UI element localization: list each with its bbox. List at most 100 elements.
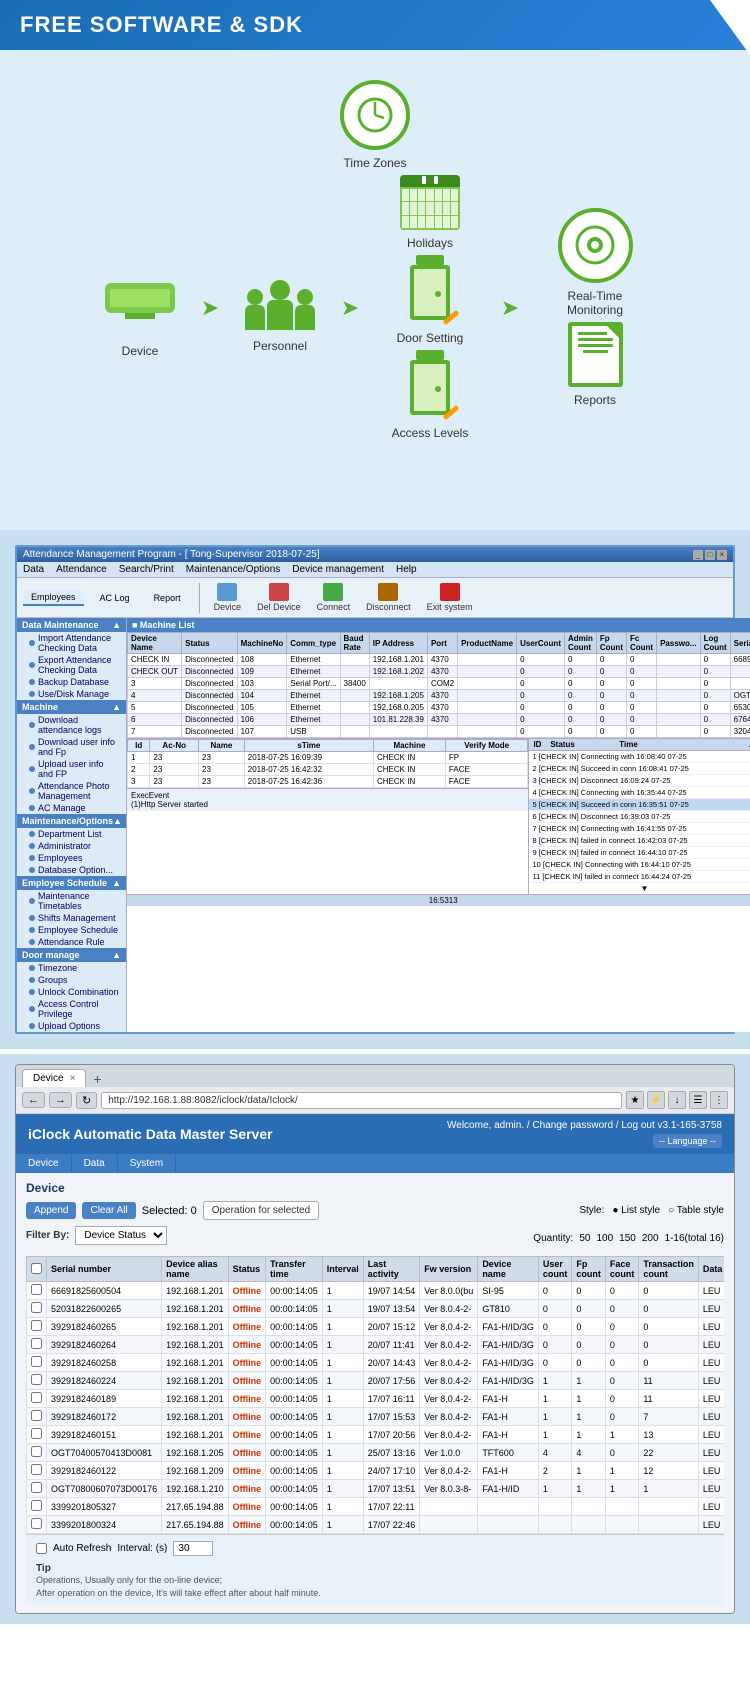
- browser-action-2[interactable]: ⚡: [647, 1091, 665, 1109]
- table-style[interactable]: ○ Table style: [668, 1205, 724, 1216]
- row-checkbox-cell[interactable]: [27, 1300, 47, 1318]
- row-checkbox-cell[interactable]: [27, 1354, 47, 1372]
- sidebar-export[interactable]: Export Attendance Checking Data: [17, 654, 126, 676]
- clear-all-btn[interactable]: Clear All: [82, 1202, 135, 1219]
- row-checkbox[interactable]: [31, 1518, 42, 1529]
- row-checkbox[interactable]: [31, 1428, 42, 1439]
- sidebar-download-att[interactable]: Download attendance logs: [17, 714, 126, 736]
- device-row[interactable]: 3929182460258192.168.1.201Offline00:00:1…: [27, 1354, 725, 1372]
- device-row[interactable]: 3929182460172192.168.1.201Offline00:00:1…: [27, 1408, 725, 1426]
- row-checkbox-cell[interactable]: [27, 1336, 47, 1354]
- machine-row[interactable]: 4Disconnected104Ethernet192.168.1.205437…: [128, 690, 750, 702]
- row-checkbox[interactable]: [31, 1338, 42, 1349]
- nav-system[interactable]: System: [118, 1154, 176, 1173]
- row-checkbox[interactable]: [31, 1410, 42, 1421]
- sidebar-timezone[interactable]: Timezone: [17, 962, 126, 974]
- sidebar-import[interactable]: Import Attendance Checking Data: [17, 632, 126, 654]
- qty-200[interactable]: 200: [642, 1233, 659, 1244]
- device-row[interactable]: 3929182460224192.168.1.201Offline00:00:1…: [27, 1372, 725, 1390]
- filter-select[interactable]: Device Status: [75, 1226, 167, 1245]
- machine-row[interactable]: 3Disconnected103Serial Port/...38400COM2…: [128, 678, 750, 690]
- interval-input[interactable]: [173, 1541, 213, 1556]
- row-checkbox-cell[interactable]: [27, 1444, 47, 1462]
- toolbar-disconnect[interactable]: Disconnect: [362, 581, 415, 614]
- row-checkbox[interactable]: [31, 1320, 42, 1331]
- device-row[interactable]: 3399201800324217.65.194.88Offline00:00:1…: [27, 1516, 725, 1534]
- browser-action-1[interactable]: ★: [626, 1091, 644, 1109]
- back-btn[interactable]: ←: [22, 1092, 45, 1108]
- row-checkbox-cell[interactable]: [27, 1480, 47, 1498]
- row-checkbox[interactable]: [31, 1392, 42, 1403]
- qty-50[interactable]: 50: [579, 1233, 590, 1244]
- sidebar-db[interactable]: Database Option...: [17, 864, 126, 876]
- sidebar-download-user[interactable]: Download user info and Fp: [17, 736, 126, 758]
- row-checkbox-cell[interactable]: [27, 1282, 47, 1300]
- row-checkbox[interactable]: [31, 1464, 42, 1475]
- sidebar-collapse-maint[interactable]: ▲: [113, 816, 122, 826]
- toolbar-exit[interactable]: Exit system: [423, 581, 477, 614]
- browser-action-4[interactable]: ☰: [689, 1091, 707, 1109]
- close-btn[interactable]: ×: [717, 550, 727, 560]
- row-checkbox-cell[interactable]: [27, 1408, 47, 1426]
- sidebar-upload[interactable]: Upload user info and FP: [17, 758, 126, 780]
- forward-btn[interactable]: →: [49, 1092, 72, 1108]
- sidebar-collapse-data[interactable]: ▲: [112, 620, 121, 630]
- machine-table-wrapper[interactable]: Device Name Status MachineNo Comm_type B…: [127, 632, 750, 738]
- toolbar-del-device[interactable]: Del Device: [253, 581, 305, 614]
- sidebar-backup[interactable]: Backup Database: [17, 676, 126, 688]
- row-checkbox-cell[interactable]: [27, 1372, 47, 1390]
- row-checkbox-cell[interactable]: [27, 1390, 47, 1408]
- row-checkbox-cell[interactable]: [27, 1498, 47, 1516]
- tab-aclog[interactable]: AC Log: [92, 591, 138, 605]
- sidebar-att-rule[interactable]: Attendance Rule: [17, 936, 126, 948]
- log-scroll-down[interactable]: ▼: [640, 884, 648, 893]
- toolbar-device[interactable]: Device: [210, 581, 246, 614]
- row-checkbox[interactable]: [31, 1446, 42, 1457]
- device-row[interactable]: 3929182460265192.168.1.201Offline00:00:1…: [27, 1318, 725, 1336]
- row-checkbox[interactable]: [31, 1356, 42, 1367]
- row-checkbox[interactable]: [31, 1284, 42, 1295]
- toolbar-connect[interactable]: Connect: [313, 581, 355, 614]
- auto-refresh-checkbox[interactable]: [36, 1543, 47, 1554]
- browser-action-5[interactable]: ⋮: [710, 1091, 728, 1109]
- row-checkbox-cell[interactable]: [27, 1318, 47, 1336]
- browser-tab-device[interactable]: Device ×: [22, 1069, 86, 1087]
- device-row[interactable]: 3929182460189192.168.1.201Offline00:00:1…: [27, 1390, 725, 1408]
- minimize-btn[interactable]: _: [693, 550, 703, 560]
- menu-device[interactable]: Device management: [292, 564, 384, 575]
- device-row[interactable]: 66691825600504192.168.1.201Offline00:00:…: [27, 1282, 725, 1300]
- sidebar-dept[interactable]: Department List: [17, 828, 126, 840]
- sidebar-collapse-machine[interactable]: ▲: [112, 702, 121, 712]
- device-row[interactable]: 3929182460264192.168.1.201Offline00:00:1…: [27, 1336, 725, 1354]
- sidebar-admin[interactable]: Administrator: [17, 840, 126, 852]
- device-row[interactable]: 3929182460122192.168.1.209Offline00:00:1…: [27, 1462, 725, 1480]
- tab-close-btn[interactable]: ×: [70, 1073, 76, 1084]
- row-checkbox-cell[interactable]: [27, 1462, 47, 1480]
- sidebar-collapse-door[interactable]: ▲: [112, 950, 121, 960]
- sidebar-collapse-sched[interactable]: ▲: [112, 878, 121, 888]
- device-row[interactable]: OGT70400570413D0081192.168.1.205Offline0…: [27, 1444, 725, 1462]
- nav-data[interactable]: Data: [72, 1154, 118, 1173]
- append-btn[interactable]: Append: [26, 1202, 76, 1219]
- refresh-btn[interactable]: ↻: [76, 1092, 97, 1109]
- menu-data[interactable]: Data: [23, 564, 44, 575]
- maximize-btn[interactable]: □: [705, 550, 715, 560]
- menu-search[interactable]: Search/Print: [119, 564, 174, 575]
- device-row[interactable]: 3929182460151192.168.1.201Offline00:00:1…: [27, 1426, 725, 1444]
- new-tab-btn[interactable]: +: [88, 1071, 106, 1087]
- row-checkbox-cell[interactable]: [27, 1516, 47, 1534]
- machine-row[interactable]: 5Disconnected105Ethernet192.168.0.205437…: [128, 702, 750, 714]
- device-row[interactable]: 52031822600265192.168.1.201Offline00:00:…: [27, 1300, 725, 1318]
- row-checkbox[interactable]: [31, 1500, 42, 1511]
- sidebar-employees[interactable]: Employees: [17, 852, 126, 864]
- tab-report[interactable]: Report: [146, 591, 189, 605]
- select-all-checkbox[interactable]: [31, 1263, 42, 1274]
- sidebar-timetable[interactable]: Maintenance Timetables: [17, 890, 126, 912]
- sidebar-groups[interactable]: Groups: [17, 974, 126, 986]
- device-row[interactable]: 3399201805327217.65.194.88Offline00:00:1…: [27, 1498, 725, 1516]
- tab-employees[interactable]: Employees: [23, 590, 84, 606]
- sidebar-ac[interactable]: AC Manage: [17, 802, 126, 814]
- machine-row[interactable]: 7Disconnected107USB000003204: [128, 726, 750, 738]
- machine-row[interactable]: 6Disconnected106Ethernet101.81.228.39437…: [128, 714, 750, 726]
- row-checkbox[interactable]: [31, 1374, 42, 1385]
